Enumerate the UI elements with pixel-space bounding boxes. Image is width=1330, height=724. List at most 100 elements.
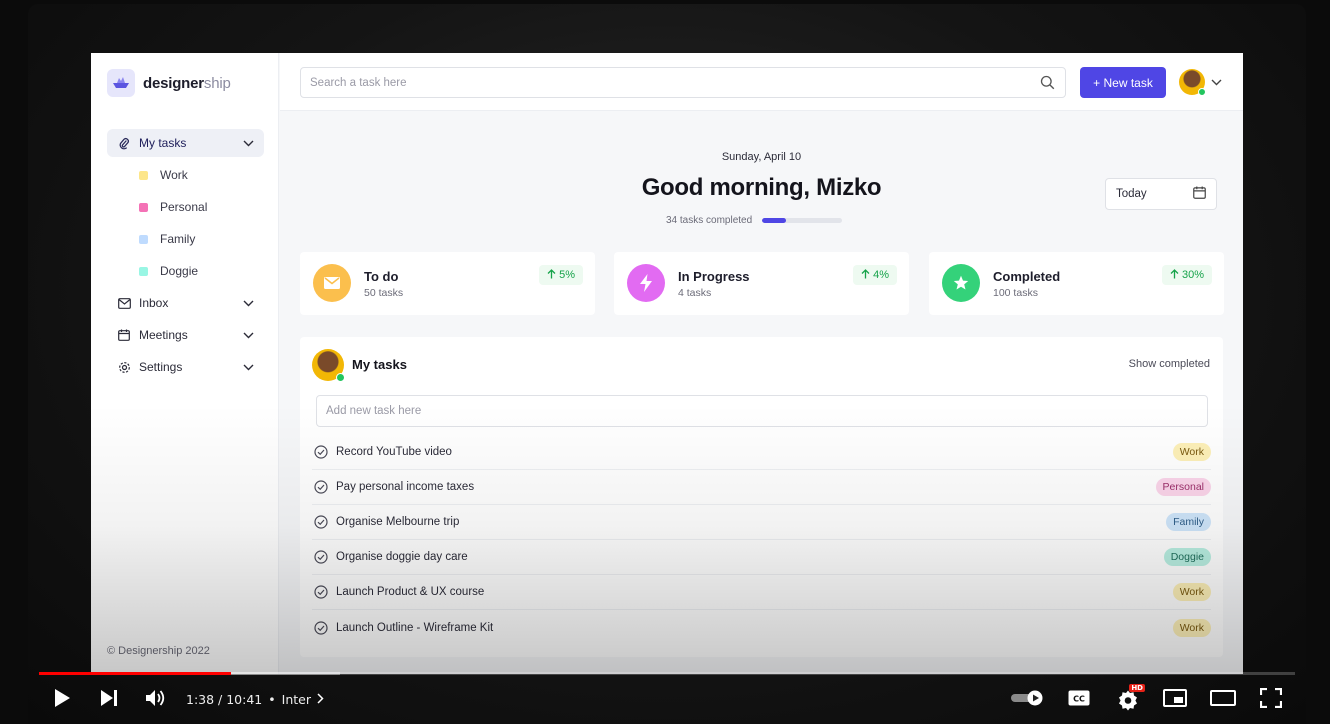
check-circle-icon[interactable] xyxy=(314,445,328,459)
stat-change-badge: 5% xyxy=(539,265,583,285)
volume-icon xyxy=(145,688,167,713)
task-row[interactable]: Pay personal income taxes Personal xyxy=(312,470,1211,505)
task-tag[interactable]: Family xyxy=(1166,513,1211,531)
calendar-icon xyxy=(1193,186,1206,202)
sidebar: designership My tasks Work Personal Fami… xyxy=(91,53,279,674)
sidebar-item-label: Meetings xyxy=(139,328,188,342)
task-tag[interactable]: Work xyxy=(1172,618,1211,637)
video-played-bar xyxy=(39,672,232,675)
task-row[interactable]: Organise Melbourne trip Family xyxy=(312,505,1211,540)
chevron-down-icon[interactable] xyxy=(243,328,254,342)
stat-change-value: 5% xyxy=(559,269,575,281)
check-circle-icon[interactable] xyxy=(314,480,328,494)
mail-icon xyxy=(117,296,131,310)
task-label: Launch Product & UX course xyxy=(336,586,485,598)
svg-text:CC: CC xyxy=(1073,694,1085,703)
stat-card-in-progress[interactable]: In Progress 4 tasks 4% xyxy=(614,252,909,315)
task-tag[interactable]: Work xyxy=(1172,443,1211,461)
app-window: designership My tasks Work Personal Fami… xyxy=(91,53,1243,674)
add-task-box xyxy=(316,395,1208,427)
sidebar-item-label: Settings xyxy=(139,360,183,374)
chevron-down-icon xyxy=(1211,73,1222,91)
page-title: Good morning, Mizko xyxy=(641,174,882,201)
player-controls: 1:38 / 10:41 • Inter CC HD xyxy=(0,680,1330,720)
panel-title: My tasks xyxy=(352,357,407,372)
check-circle-icon[interactable] xyxy=(314,515,328,529)
completion-summary: 34 tasks completed xyxy=(666,215,843,226)
new-task-button[interactable]: + New task xyxy=(1080,67,1166,98)
sidebar-subitem-family[interactable]: Family xyxy=(107,225,264,253)
task-tag[interactable]: Personal xyxy=(1155,478,1211,496)
task-tag[interactable]: Doggie xyxy=(1163,548,1211,566)
settings-button[interactable]: HD xyxy=(1114,684,1145,714)
work-color-dot xyxy=(139,170,148,180)
task-row[interactable]: Launch Outline - Wireframe Kit Work xyxy=(312,610,1211,645)
arrow-up-icon xyxy=(861,268,870,282)
stat-card-completed[interactable]: Completed 100 tasks 30% xyxy=(929,252,1224,315)
mute-button[interactable] xyxy=(143,688,169,712)
add-task-input[interactable] xyxy=(317,396,1207,426)
task-label: Launch Outline - Wireframe Kit xyxy=(336,621,494,634)
task-tag[interactable]: Work xyxy=(1172,583,1211,601)
subitem-label: Family xyxy=(160,232,196,246)
separator-dot: • xyxy=(268,692,276,707)
brand-name: designership xyxy=(143,74,231,92)
online-status-dot xyxy=(336,373,345,382)
user-menu[interactable] xyxy=(1179,69,1222,96)
my-tasks-panel: My tasks Show completed Record YouTube v… xyxy=(300,337,1223,657)
tasks-completed-text: 34 tasks completed xyxy=(666,215,753,226)
brand-logo[interactable]: designership xyxy=(107,69,231,97)
captions-icon: CC xyxy=(1068,690,1090,711)
captions-button[interactable]: CC xyxy=(1066,688,1092,712)
task-label: Organise doggie day care xyxy=(336,551,468,563)
date-picker-button[interactable]: Today xyxy=(1105,178,1217,210)
sidebar-subitem-doggie[interactable]: Doggie xyxy=(107,257,264,285)
video-time: 1:38 / 10:41 • Inter xyxy=(186,692,324,707)
video-progress-bar[interactable] xyxy=(39,672,1295,675)
chevron-down-icon[interactable] xyxy=(243,360,254,374)
gear-icon: HD xyxy=(1117,684,1145,711)
task-row[interactable]: Launch Product & UX course Work xyxy=(312,575,1211,610)
search-icon[interactable] xyxy=(1040,75,1055,95)
sidebar-item-inbox[interactable]: Inbox xyxy=(107,289,264,317)
task-row[interactable]: Organise doggie day care Doggie xyxy=(312,540,1211,575)
theater-mode-icon xyxy=(1210,689,1236,711)
play-button[interactable] xyxy=(50,688,74,712)
sidebar-item-meetings[interactable]: Meetings xyxy=(107,321,264,349)
sidebar-item-my-tasks[interactable]: My tasks xyxy=(107,129,264,157)
stat-change-badge: 30% xyxy=(1161,265,1212,285)
chevron-down-icon[interactable] xyxy=(243,296,254,310)
sidebar-subitem-work[interactable]: Work xyxy=(107,161,264,189)
stat-title: In Progress xyxy=(678,269,750,284)
task-label: Record YouTube video xyxy=(336,446,452,458)
doggie-color-dot xyxy=(139,266,148,276)
stat-card-todo[interactable]: To do 50 tasks 5% xyxy=(300,252,595,315)
next-video-button[interactable] xyxy=(97,688,121,712)
check-circle-icon[interactable] xyxy=(314,620,328,635)
sidebar-item-label: My tasks xyxy=(139,136,187,150)
autoplay-toggle[interactable] xyxy=(1010,688,1046,712)
check-circle-icon[interactable] xyxy=(314,550,328,564)
check-circle-icon[interactable] xyxy=(314,585,328,599)
sidebar-item-settings[interactable]: Settings xyxy=(107,353,264,381)
task-list: Record YouTube video Work Pay personal inc… xyxy=(312,435,1211,645)
ship-icon xyxy=(107,69,135,97)
stat-change-value: 4% xyxy=(873,269,889,281)
task-row[interactable]: Record YouTube video Work xyxy=(312,435,1211,470)
fullscreen-button[interactable] xyxy=(1258,687,1284,713)
theater-mode-button[interactable] xyxy=(1209,688,1237,712)
chevron-down-icon[interactable] xyxy=(243,136,254,150)
chapter-label: Inter xyxy=(281,692,311,707)
search-input[interactable] xyxy=(301,68,1021,97)
sidebar-item-label: Inbox xyxy=(139,296,169,310)
show-completed-link[interactable]: Show completed xyxy=(1129,358,1210,370)
fullscreen-icon xyxy=(1259,687,1283,713)
sidebar-subitem-personal[interactable]: Personal xyxy=(107,193,264,221)
current-date: Sunday, April 10 xyxy=(721,151,802,163)
stat-title: To do xyxy=(364,269,399,284)
miniplayer-button[interactable] xyxy=(1162,688,1188,712)
gear-icon xyxy=(117,360,131,374)
chapter-button[interactable]: Inter xyxy=(282,692,324,707)
subitem-label: Work xyxy=(160,168,188,182)
family-color-dot xyxy=(139,234,148,244)
